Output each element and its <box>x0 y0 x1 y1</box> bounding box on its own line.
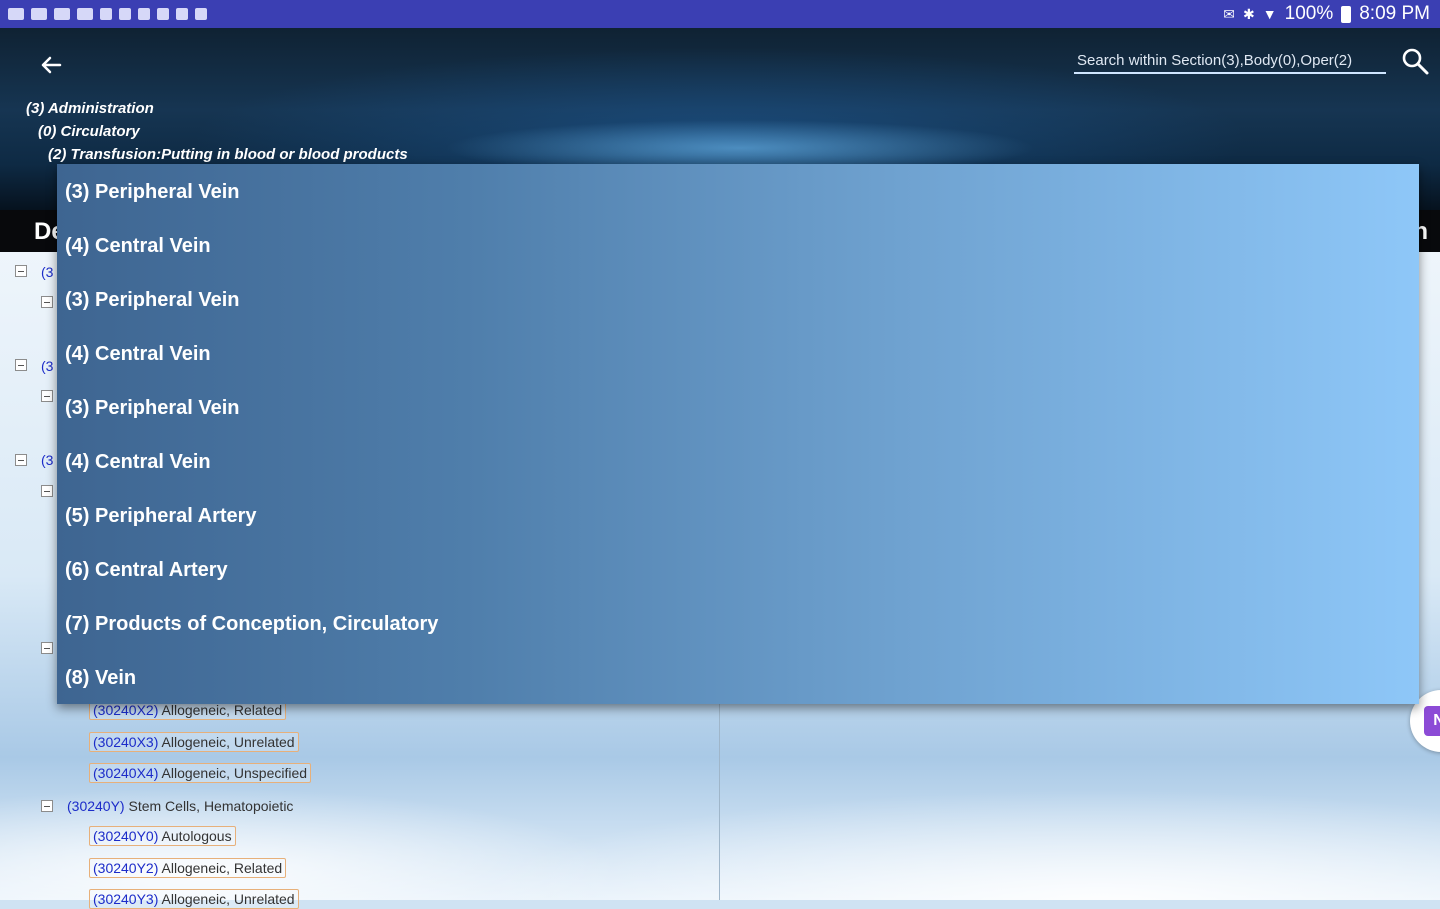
system-status: ✉ ✱ ▼ 100% 8:09 PM <box>1223 0 1430 28</box>
breadcrumb-section: (3) Administration <box>26 100 154 117</box>
collapse-icon[interactable] <box>15 359 27 371</box>
dropdown-item[interactable]: (3) Peripheral Vein <box>57 380 1419 434</box>
collapse-icon[interactable] <box>15 265 27 277</box>
notification-icon <box>195 8 207 20</box>
back-arrow-icon[interactable] <box>36 50 66 80</box>
dropdown-item[interactable]: (5) Peripheral Artery <box>57 488 1419 542</box>
notification-icons <box>0 8 207 20</box>
dropdown-item[interactable]: (8) Vein <box>57 650 1419 704</box>
notification-icon <box>31 8 47 20</box>
tree-leaf[interactable]: (30240X4) Allogeneic, Unspecified <box>89 763 312 783</box>
code: (30240X4) <box>93 765 159 781</box>
code-label: Allogeneic, Related <box>161 860 283 876</box>
signal-icon <box>176 8 188 20</box>
dropdown-item[interactable]: (4) Central Vein <box>57 218 1419 272</box>
breadcrumb-operation: (2) Transfusion:Putting in blood or bloo… <box>48 146 408 163</box>
code-label: Allogeneic, Related <box>161 702 283 718</box>
search-placeholder: Search within Section(3),Body(0),Oper(2) <box>1077 51 1353 69</box>
notification-icon <box>138 8 150 20</box>
collapse-icon[interactable] <box>41 642 53 654</box>
code-label: Allogeneic, Unspecified <box>161 765 308 781</box>
dropdown-item[interactable]: (3) Peripheral Vein <box>57 272 1419 326</box>
notification-icon <box>157 8 169 20</box>
tree-node[interactable]: (30240Y) Stem Cells, Hematopoietic <box>67 798 293 814</box>
search-icon[interactable] <box>1400 46 1430 76</box>
tree-leaf[interactable]: (30240X3) Allogeneic, Unrelated <box>89 732 299 752</box>
collapse-icon[interactable] <box>41 485 53 497</box>
code: (30240Y3) <box>93 891 159 907</box>
code: (30240X3) <box>93 734 159 750</box>
tree-node-partial[interactable]: (3 <box>41 452 53 468</box>
body-part-dropdown: (3) Peripheral Vein (4) Central Vein (3)… <box>57 164 1419 704</box>
code-label: Stem Cells, Hematopoietic <box>128 798 294 814</box>
tree-leaf[interactable]: (30240Y3) Allogeneic, Unrelated <box>89 889 299 909</box>
battery-percent: 100% <box>1284 3 1334 24</box>
notification-icon <box>77 8 93 20</box>
code-label: Autologous <box>161 828 232 844</box>
onenote-icon: N <box>1424 706 1440 736</box>
code: (30240Y0) <box>93 828 159 844</box>
mute-icon: ✉ <box>1223 5 1236 22</box>
dropdown-item[interactable]: (6) Central Artery <box>57 542 1419 596</box>
dropdown-item[interactable]: (7) Products of Conception, Circulatory <box>57 596 1419 650</box>
status-bar: ✉ ✱ ▼ 100% 8:09 PM <box>0 0 1440 28</box>
code-label: Allogeneic, Unrelated <box>161 734 295 750</box>
breadcrumb-body-system: (0) Circulatory <box>38 123 140 140</box>
code-label: Allogeneic, Unrelated <box>161 891 295 907</box>
collapse-icon[interactable] <box>41 296 53 308</box>
notification-icon <box>54 8 70 20</box>
tree-node-partial[interactable]: (3 <box>41 264 53 280</box>
wifi-icon: ▼ <box>1262 6 1277 22</box>
download-icon <box>119 8 131 20</box>
bluetooth-icon: ✱ <box>1243 5 1255 22</box>
code: (30240Y2) <box>93 860 159 876</box>
battery-icon <box>1341 5 1352 23</box>
tree-leaf[interactable]: (30240Y0) Autologous <box>89 826 236 846</box>
tree-leaf[interactable]: (30240Y2) Allogeneic, Related <box>89 858 287 878</box>
dropdown-item[interactable]: (3) Peripheral Vein <box>57 164 1419 218</box>
collapse-icon[interactable] <box>41 390 53 402</box>
code: (30240X2) <box>93 702 159 718</box>
notification-icon <box>8 8 24 20</box>
download-icon <box>100 8 112 20</box>
dropdown-item[interactable]: (4) Central Vein <box>57 434 1419 488</box>
search-input[interactable]: Search within Section(3),Body(0),Oper(2) <box>1074 48 1386 74</box>
dropdown-item[interactable]: (4) Central Vein <box>57 326 1419 380</box>
code: (30240Y) <box>67 798 125 814</box>
tree-node-partial[interactable]: (3 <box>41 358 53 374</box>
collapse-icon[interactable] <box>15 454 27 466</box>
clock: 8:09 PM <box>1359 3 1430 24</box>
collapse-icon[interactable] <box>41 800 53 812</box>
